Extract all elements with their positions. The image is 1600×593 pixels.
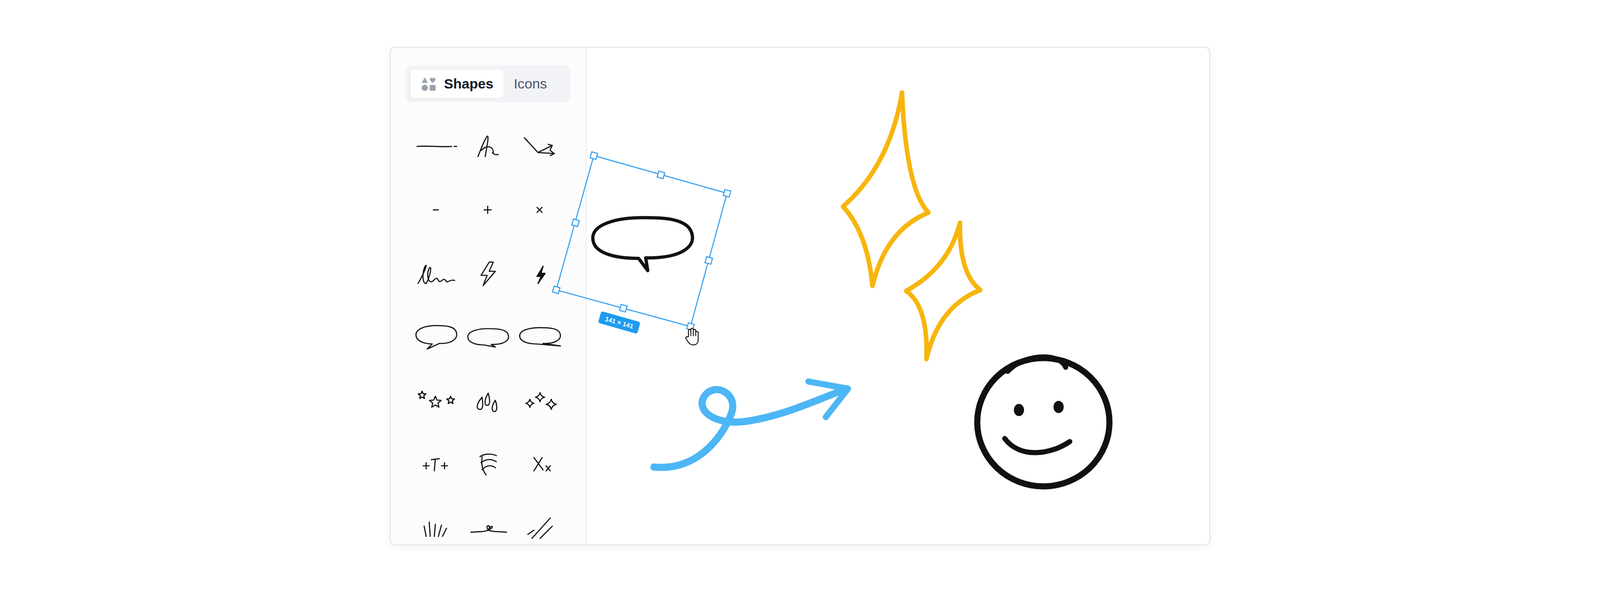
shape-tile[interactable] [462, 177, 514, 242]
tab[interactable]: Icons [503, 69, 558, 99]
line-icon [413, 131, 459, 162]
smiley-drawing[interactable] [977, 356, 1110, 486]
shape-tile[interactable] [462, 494, 514, 544]
plus-t-plus-icon [413, 448, 459, 479]
wind-lines-icon [465, 448, 511, 479]
canvas-drawing: 141 × 141 [586, 47, 1210, 544]
shape-tile[interactable] [410, 177, 463, 242]
x-marks-icon [517, 448, 563, 479]
selection-box[interactable] [552, 151, 731, 331]
shape-tile[interactable] [462, 114, 514, 178]
shape-tile[interactable] [462, 304, 514, 369]
shape-tile[interactable] [410, 114, 463, 178]
drops-icon [465, 384, 511, 416]
shape-tile[interactable] [462, 431, 514, 495]
shapes-icon [420, 75, 437, 92]
shapes-grid [410, 114, 586, 544]
speech-bubble-icon [465, 321, 511, 352]
shape-tile[interactable] [462, 241, 514, 305]
sparkles-drawing[interactable] [843, 92, 981, 360]
burst-lines-icon [413, 511, 459, 543]
fork-arrows-icon [517, 131, 563, 162]
shape-tile[interactable] [410, 431, 463, 495]
slashes-icon [517, 511, 563, 543]
tab[interactable]: Shapes [410, 69, 504, 99]
size-badge: 141 × 141 [598, 310, 641, 334]
shape-tile[interactable] [513, 177, 566, 242]
speech-bubble-icon [413, 321, 459, 352]
shape-tile[interactable] [513, 114, 566, 178]
arrow-drawing[interactable] [653, 381, 849, 468]
resize-handle[interactable] [705, 256, 713, 264]
lightning-icon [517, 257, 563, 289]
shape-tile[interactable] [513, 241, 566, 305]
resize-handle[interactable] [723, 189, 731, 197]
stars-icon [413, 384, 459, 416]
speech-bubble-icon [517, 321, 563, 352]
hand-cursor-icon [685, 328, 699, 345]
plus-icon [465, 194, 511, 225]
resize-handle[interactable] [571, 218, 580, 227]
shape-tile[interactable] [513, 368, 566, 432]
cross-icon [517, 194, 563, 225]
editor-window: ShapesIcons 141 × 141 [389, 46, 1211, 545]
shape-tile[interactable] [410, 304, 463, 369]
lightning-outline-icon [465, 257, 511, 289]
sparkles-icon [517, 384, 563, 416]
heart-underline-icon [465, 511, 511, 543]
resize-handle[interactable] [657, 170, 665, 179]
shape-tile[interactable] [513, 494, 566, 544]
shape-tile[interactable] [513, 304, 566, 369]
shape-tile[interactable] [410, 241, 463, 305]
signature-icon [465, 131, 511, 162]
script-icon [413, 257, 459, 289]
resize-handle[interactable] [590, 151, 598, 160]
shape-tile[interactable] [513, 431, 566, 495]
svg-text:141 × 141: 141 × 141 [604, 314, 635, 331]
dash-icon [413, 194, 459, 225]
speech-bubble-drawing[interactable] [592, 217, 693, 271]
resize-handle[interactable] [619, 304, 627, 312]
page: ShapesIcons 141 × 141 [0, 0, 1600, 593]
canvas[interactable]: 141 × 141 [586, 47, 1210, 544]
resize-handle[interactable] [552, 286, 560, 294]
shape-tile[interactable] [462, 368, 514, 432]
shape-tile[interactable] [410, 368, 463, 432]
tab-bar: ShapesIcons [406, 65, 571, 103]
shape-tile[interactable] [410, 494, 463, 544]
shapes-sidebar: ShapesIcons [390, 47, 587, 544]
